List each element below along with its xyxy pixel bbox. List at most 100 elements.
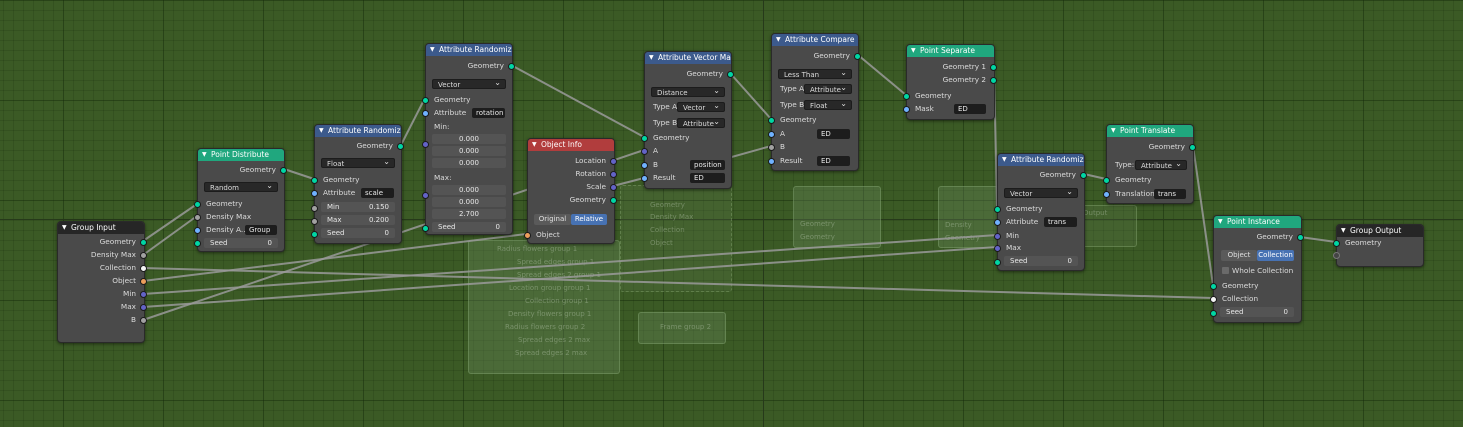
output-socket[interactable] [140, 265, 147, 272]
a-attribute-field[interactable]: ED [817, 129, 850, 139]
input-socket[interactable] [422, 141, 429, 148]
object-toggle[interactable]: Object [1221, 250, 1257, 261]
point-separate-node[interactable]: ▼ Point Separate Geometry 1 Geometry 2 Ge… [903, 44, 997, 120]
node-header[interactable]: ▼ Point Instance [1214, 216, 1301, 228]
input-socket[interactable] [1333, 240, 1340, 247]
input-socket[interactable] [903, 93, 910, 100]
collapse-arrow-icon[interactable]: ▼ [202, 149, 207, 161]
seed-field[interactable]: Seed 0 [321, 228, 395, 238]
attribute-field[interactable]: trans [1044, 217, 1077, 227]
collapse-arrow-icon[interactable]: ▼ [649, 52, 654, 64]
input-socket[interactable] [194, 240, 201, 247]
min-z-field[interactable]: 0.000 [432, 158, 506, 168]
input-socket[interactable] [1210, 296, 1217, 303]
input-socket[interactable] [994, 206, 1001, 213]
node-header[interactable]: ▼ Group Input [58, 222, 144, 234]
node-header[interactable]: ▼ Attribute Vector Math [645, 52, 731, 64]
output-socket[interactable] [990, 77, 997, 84]
output-socket[interactable] [280, 167, 287, 174]
max-y-field[interactable]: 0.000 [432, 197, 506, 207]
collapse-arrow-icon[interactable]: ▼ [430, 44, 435, 56]
input-socket[interactable] [641, 175, 648, 182]
min-x-field[interactable]: 0.000 [432, 134, 506, 144]
output-socket[interactable] [140, 278, 147, 285]
input-socket[interactable] [994, 245, 1001, 252]
input-socket[interactable] [194, 227, 201, 234]
collapse-arrow-icon[interactable]: ▼ [1218, 216, 1223, 228]
node-header[interactable]: ▼ Attribute Randomize [998, 154, 1084, 166]
output-socket[interactable] [397, 143, 404, 150]
input-socket[interactable] [641, 162, 648, 169]
input-socket[interactable] [903, 106, 910, 113]
output-socket[interactable] [140, 317, 147, 324]
input-socket[interactable] [422, 97, 429, 104]
attribute-randomize-vector-node[interactable]: ▼ Attribute Randomize Geometry Vector Geo… [422, 43, 515, 235]
collapse-arrow-icon[interactable]: ▼ [911, 45, 916, 57]
type-b-dropdown[interactable]: Float [804, 99, 852, 110]
attribute-randomize-node[interactable]: ▼ Attribute Randomize Geometry Float Geom… [311, 124, 404, 244]
output-socket[interactable] [140, 239, 147, 246]
node-header[interactable]: ▼ Attribute Randomize [426, 44, 512, 56]
collapse-arrow-icon[interactable]: ▼ [1111, 125, 1116, 137]
object-info-node[interactable]: ▼ Object Info Location Rotation Scale Geo… [524, 138, 617, 244]
input-socket[interactable] [641, 148, 648, 155]
collapse-arrow-icon[interactable]: ▼ [319, 125, 324, 137]
density-attribute-field[interactable]: Group [245, 225, 277, 235]
type-a-dropdown[interactable]: Attribute [804, 83, 852, 94]
output-socket[interactable] [990, 64, 997, 71]
result-field[interactable]: ED [817, 156, 850, 166]
data-type-dropdown[interactable]: Vector [1004, 187, 1078, 198]
type-a-dropdown[interactable]: Vector [677, 101, 725, 112]
type-dropdown[interactable]: Attribute [1135, 159, 1187, 170]
mask-field[interactable]: ED [954, 104, 986, 114]
seed-field[interactable]: Seed 0 [1004, 256, 1078, 266]
input-socket[interactable] [994, 259, 1001, 266]
translation-field[interactable]: trans [1154, 189, 1186, 199]
point-distribute-node[interactable]: ▼ Point Distribute Geometry Random Geomet… [194, 148, 287, 252]
group-output-node[interactable]: ▼ Group Output Geometry [1333, 224, 1424, 267]
input-socket[interactable] [524, 232, 531, 239]
max-z-field[interactable]: 2.700 [432, 209, 506, 219]
point-instance-node[interactable]: ▼ Point Instance Geometry Object Collecti… [1210, 215, 1304, 323]
input-socket[interactable] [194, 201, 201, 208]
input-socket[interactable] [311, 218, 318, 225]
output-socket[interactable] [610, 158, 617, 165]
input-socket[interactable] [1103, 177, 1110, 184]
output-socket[interactable] [1297, 234, 1304, 241]
collapse-arrow-icon[interactable]: ▼ [532, 139, 537, 151]
max-field[interactable]: Max 0.200 [321, 215, 395, 225]
result-field[interactable]: ED [690, 173, 725, 183]
input-socket[interactable] [422, 192, 429, 199]
point-translate-node[interactable]: ▼ Point Translate Geometry Type: Attribut… [1103, 124, 1196, 204]
attribute-vector-math-node[interactable]: ▼ Attribute Vector Math Geometry Distance… [641, 51, 734, 189]
node-header[interactable]: ▼ Attribute Randomize [315, 125, 401, 137]
input-socket[interactable] [994, 233, 1001, 240]
collapse-arrow-icon[interactable]: ▼ [1002, 154, 1007, 166]
input-socket[interactable] [311, 205, 318, 212]
input-socket[interactable] [311, 190, 318, 197]
max-x-field[interactable]: 0.000 [432, 185, 506, 195]
output-socket[interactable] [854, 53, 861, 60]
relative-toggle[interactable]: Relative [571, 214, 607, 225]
output-socket[interactable] [140, 291, 147, 298]
node-header[interactable]: ▼ Group Output [1337, 225, 1423, 237]
node-header[interactable]: ▼ Point Distribute [198, 149, 284, 161]
node-header[interactable]: ▼ Attribute Compare [772, 34, 858, 46]
input-socket[interactable] [768, 158, 775, 165]
attribute-field[interactable]: scale [361, 188, 394, 198]
input-socket[interactable] [768, 117, 775, 124]
collapse-arrow-icon[interactable]: ▼ [62, 222, 67, 234]
output-socket[interactable] [508, 63, 515, 70]
output-socket[interactable] [1080, 172, 1087, 179]
data-type-dropdown[interactable]: Vector [432, 78, 506, 89]
group-input-node[interactable]: ▼ Group Input Geometry Density Max Collec… [57, 221, 147, 343]
input-socket[interactable] [422, 110, 429, 117]
whole-collection-checkbox[interactable] [1222, 267, 1229, 274]
collection-toggle[interactable]: Collection [1257, 250, 1294, 261]
output-socket[interactable] [727, 71, 734, 78]
min-field[interactable]: Min 0.150 [321, 202, 395, 212]
input-socket[interactable] [768, 144, 775, 151]
distribute-mode-dropdown[interactable]: Random [204, 181, 278, 192]
input-socket[interactable] [422, 225, 429, 232]
attribute-randomize-trans-node[interactable]: ▼ Attribute Randomize Geometry Vector Geo… [994, 153, 1087, 271]
